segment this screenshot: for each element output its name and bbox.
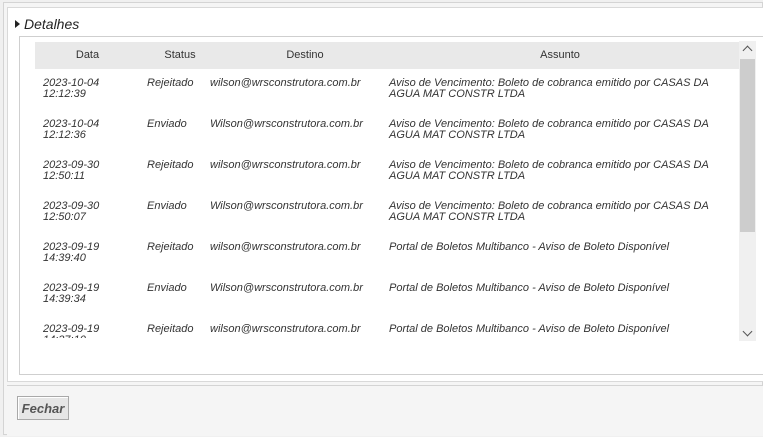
cell-status: Enviado [147,282,187,294]
close-button[interactable]: Fechar [17,396,69,420]
cell-subject: Portal de Boletos Multibanco - Aviso de … [389,282,670,294]
table-row[interactable]: 2023-10-04 12:12:39 Rejeitado wilson@wrs… [35,70,740,111]
cell-date: 2023-09-30 12:50:11 [43,159,100,182]
email-log-table: Data Status Destino Assunto 2023-10-04 1… [19,36,763,375]
chevron-up-icon [742,45,753,56]
cell-destination: Wilson@wrsconstrutora.com.br [210,282,363,294]
table-row[interactable]: 2023-10-04 12:12:36 Enviado Wilson@wrsco… [35,111,740,152]
table-row[interactable]: 2023-09-30 12:50:07 Enviado Wilson@wrsco… [35,193,740,234]
table-row[interactable]: 2023-09-30 12:50:11 Rejeitado wilson@wrs… [35,152,740,193]
dialog-footer: Fechar [7,385,763,436]
column-header-data[interactable]: Data [35,42,140,69]
details-title: Detalhes [24,16,80,32]
scrollbar-thumb[interactable] [740,59,755,232]
dialog-window: Detalhes Data Status Destino Assunto 202… [3,2,763,436]
cell-destination: wilson@wrsconstrutora.com.br [210,77,361,89]
cell-status: Rejeitado [147,323,194,335]
scroll-down-button[interactable] [739,325,756,341]
cell-destination: wilson@wrsconstrutora.com.br [210,323,361,335]
vertical-scrollbar[interactable] [739,41,756,341]
cell-date: 2023-09-30 12:50:07 [43,200,100,223]
cell-subject: Portal de Boletos Multibanco - Aviso de … [389,323,670,335]
cell-date: 2023-10-04 12:12:36 [43,118,100,141]
cell-status: Rejeitado [147,159,194,171]
cell-subject: Aviso de Vencimento: Boleto de cobranca … [389,200,709,223]
chevron-down-icon [742,326,753,337]
details-toggle[interactable]: Detalhes [15,15,79,33]
cell-date: 2023-10-04 12:12:39 [43,77,100,100]
cell-subject: Aviso de Vencimento: Boleto de cobranca … [389,159,709,182]
cell-destination: wilson@wrsconstrutora.com.br [210,241,361,253]
table-header: Data Status Destino Assunto [35,42,740,69]
cell-subject: Aviso de Vencimento: Boleto de cobranca … [389,77,709,100]
cell-destination: Wilson@wrsconstrutora.com.br [210,118,363,130]
cell-date: 2023-09-19 14:37:10 [43,323,100,339]
cell-date: 2023-09-19 14:39:40 [43,241,100,264]
cell-status: Rejeitado [147,77,194,89]
table-row[interactable]: 2023-09-19 14:37:10 Rejeitado wilson@wrs… [35,316,740,339]
cell-date: 2023-09-19 14:39:34 [43,282,100,305]
cell-destination: wilson@wrsconstrutora.com.br [210,159,361,171]
cell-status: Enviado [147,200,187,212]
table-body: 2023-10-04 12:12:39 Rejeitado wilson@wrs… [35,70,740,339]
caret-right-icon [15,20,20,28]
column-header-destino[interactable]: Destino [220,42,390,69]
cell-subject: Aviso de Vencimento: Boleto de cobranca … [389,118,709,141]
cell-status: Enviado [147,118,187,130]
details-section: Detalhes Data Status Destino Assunto 202… [7,7,763,382]
cell-status: Rejeitado [147,241,194,253]
column-header-status[interactable]: Status [140,42,220,69]
table-row[interactable]: 2023-09-19 14:39:34 Enviado Wilson@wrsco… [35,275,740,316]
cell-subject: Portal de Boletos Multibanco - Aviso de … [389,241,670,253]
cell-destination: Wilson@wrsconstrutora.com.br [210,200,363,212]
column-header-assunto[interactable]: Assunto [390,42,730,69]
table-row[interactable]: 2023-09-19 14:39:40 Rejeitado wilson@wrs… [35,234,740,275]
scroll-up-button[interactable] [739,41,756,57]
